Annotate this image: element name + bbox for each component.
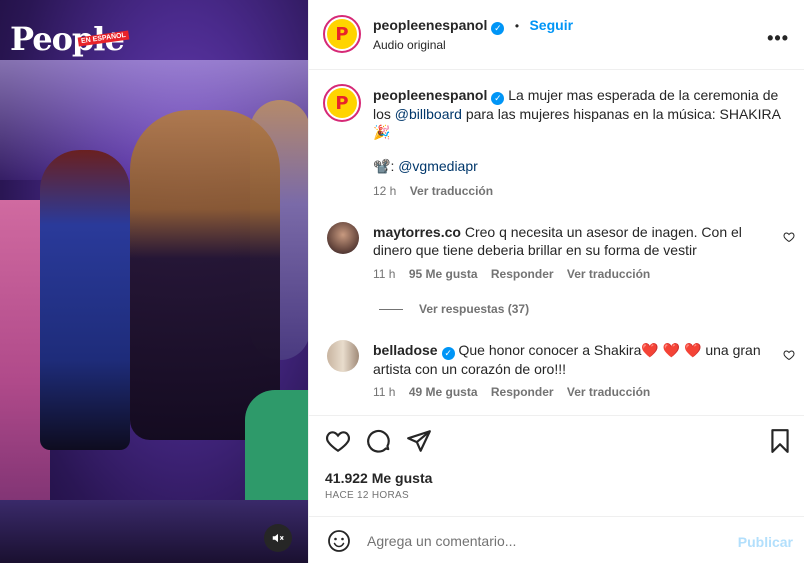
post-timestamp[interactable]: HACE 12 HORAS xyxy=(325,490,409,501)
mention-vgmediapr[interactable]: @vgmediapr xyxy=(398,158,478,174)
translate-button[interactable]: Ver traducción xyxy=(567,385,650,399)
video-person-left xyxy=(40,150,130,450)
caption-avatar-logo: P xyxy=(327,88,357,118)
comments-section: P peopleenespanol ✓ La mujer mas esperada… xyxy=(309,70,804,414)
caption-credit: 📽️: @vgmediapr xyxy=(373,157,478,175)
post-header: P peopleenespanol ✓ • Seguir Audio origin… xyxy=(309,0,804,70)
header-separator: • xyxy=(514,19,520,33)
verified-badge-icon: ✓ xyxy=(441,347,455,360)
caption-text-2: para las mujeres hispanas en la música: … xyxy=(461,106,781,122)
comment-meta: 11 h 95 Me gusta Responder Ver traducció… xyxy=(373,267,650,281)
emoji-picker-icon[interactable] xyxy=(327,529,351,553)
comment-body: belladose ✓ Que honor conocer a Shakira❤️… xyxy=(373,341,773,378)
post-panel: P peopleenespanol ✓ • Seguir Audio origin… xyxy=(308,0,804,563)
like-heart-icon[interactable] xyxy=(325,428,351,454)
audio-label[interactable]: Audio original xyxy=(373,38,446,52)
likes-count[interactable]: 41.922 Me gusta xyxy=(325,470,432,486)
comment-time[interactable]: 11 h xyxy=(373,385,395,399)
header-username[interactable]: peopleenespanol xyxy=(373,17,487,33)
reply-button[interactable]: Responder xyxy=(491,385,554,399)
caption-avatar[interactable]: P xyxy=(323,84,361,122)
avatar[interactable]: P xyxy=(323,15,361,53)
comment-avatar[interactable] xyxy=(327,340,359,372)
view-replies-button[interactable]: Ver respuestas (37) xyxy=(379,302,529,316)
publish-button[interactable]: Publicar xyxy=(738,534,793,550)
comment-input[interactable] xyxy=(365,529,709,553)
heart-emojis: ❤️ ❤️ ❤️ xyxy=(641,342,702,358)
comment-like-heart-icon[interactable] xyxy=(783,231,795,243)
comment-bubble-icon[interactable] xyxy=(366,428,392,454)
translate-button[interactable]: Ver traducción xyxy=(567,267,650,281)
comment-username[interactable]: maytorres.co xyxy=(373,224,461,240)
camera-emoji: 📽️ xyxy=(373,158,391,174)
comment-like-heart-icon[interactable] xyxy=(783,349,795,361)
verified-badge-icon: ✓ xyxy=(491,92,505,105)
comment-username[interactable]: belladose xyxy=(373,342,438,358)
mention-billboard[interactable]: @billboard xyxy=(395,106,462,122)
video-table xyxy=(0,500,308,563)
mute-button[interactable] xyxy=(264,524,292,552)
video-player[interactable]: People EN ESPAÑOL xyxy=(0,0,308,563)
comment-likes[interactable]: 95 Me gusta xyxy=(409,267,478,281)
video-person-center xyxy=(130,110,280,440)
replies-line xyxy=(379,309,403,311)
more-options-icon[interactable]: ••• xyxy=(767,28,789,49)
follow-button[interactable]: Seguir xyxy=(529,17,573,33)
comment-composer: Publicar xyxy=(309,516,804,564)
avatar-logo: P xyxy=(327,19,357,49)
comment-time[interactable]: 11 h xyxy=(373,267,395,281)
verified-badge-icon: ✓ xyxy=(491,22,505,35)
comment-avatar[interactable] xyxy=(327,222,359,254)
party-emoji: 🎉 xyxy=(373,124,391,140)
caption: peopleenespanol ✓ La mujer mas esperada d… xyxy=(373,86,785,141)
comment-body: maytorres.co Creo q necesita un asesor d… xyxy=(373,223,773,259)
caption-username[interactable]: peopleenespanol xyxy=(373,87,487,103)
share-paper-plane-icon[interactable] xyxy=(406,428,432,454)
view-replies-label: Ver respuestas (37) xyxy=(419,302,530,316)
comment-text-1: Que honor conocer a Shakira xyxy=(458,342,642,358)
speaker-muted-icon xyxy=(272,533,284,543)
comment-likes[interactable]: 49 Me gusta xyxy=(409,385,478,399)
caption-meta: 12 h Ver traducción xyxy=(373,184,493,198)
comment-meta: 11 h 49 Me gusta Responder Ver traducció… xyxy=(373,385,650,399)
reply-button[interactable]: Responder xyxy=(491,267,554,281)
action-bar xyxy=(309,415,804,464)
caption-translate[interactable]: Ver traducción xyxy=(410,184,493,198)
caption-time[interactable]: 12 h xyxy=(373,184,396,198)
save-bookmark-icon[interactable] xyxy=(767,428,793,454)
